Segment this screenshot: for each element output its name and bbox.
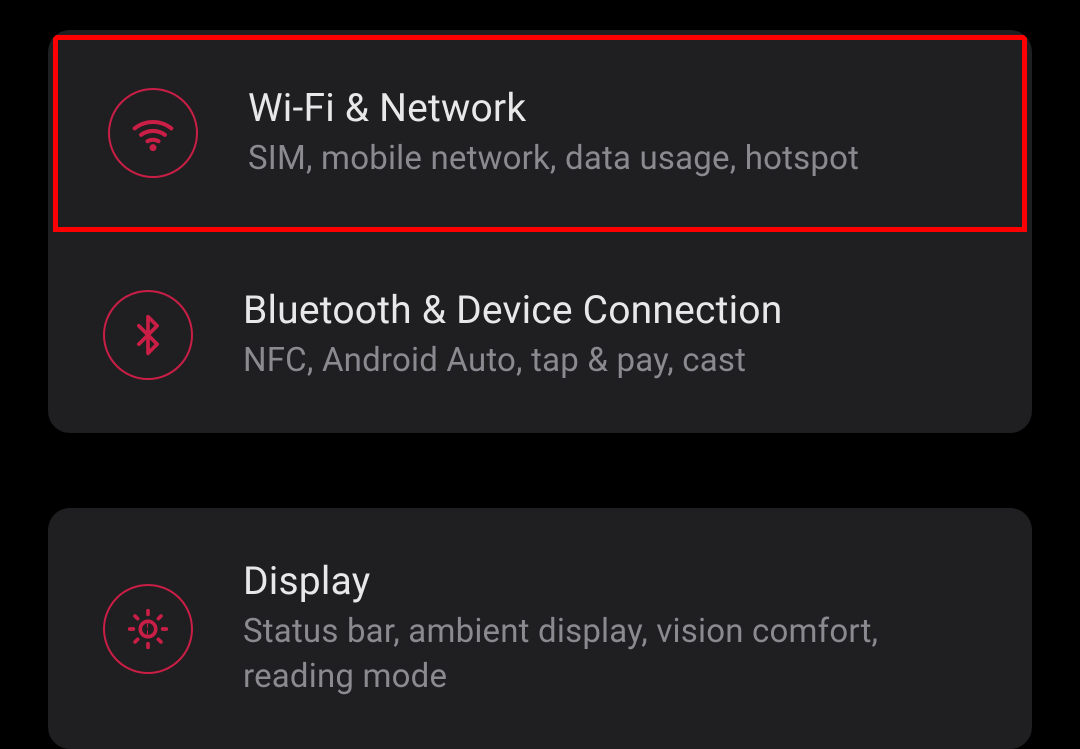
brightness-icon-circle	[103, 584, 193, 674]
brightness-icon	[126, 607, 170, 651]
wifi-title: Wi-Fi & Network	[248, 85, 987, 131]
bluetooth-title: Bluetooth & Device Connection	[243, 287, 992, 333]
bluetooth-text-content: Bluetooth & Device Connection NFC, Andro…	[243, 287, 992, 384]
wifi-subtitle: SIM, mobile network, data usage, hotspot	[248, 137, 987, 182]
display-text-content: Display Status bar, ambient display, vis…	[243, 558, 992, 699]
wifi-icon-circle	[108, 88, 198, 178]
wifi-text-content: Wi-Fi & Network SIM, mobile network, dat…	[248, 85, 987, 182]
settings-item-display[interactable]: Display Status bar, ambient display, vis…	[48, 508, 1032, 749]
display-title: Display	[243, 558, 992, 604]
settings-card-display: Display Status bar, ambient display, vis…	[48, 508, 1032, 749]
bluetooth-icon-circle	[103, 290, 193, 380]
settings-item-wifi-network[interactable]: Wi-Fi & Network SIM, mobile network, dat…	[53, 35, 1027, 232]
settings-card-network: Wi-Fi & Network SIM, mobile network, dat…	[48, 30, 1032, 433]
wifi-icon	[131, 111, 175, 155]
display-subtitle: Status bar, ambient display, vision comf…	[243, 610, 992, 699]
bluetooth-icon	[126, 313, 170, 357]
bluetooth-subtitle: NFC, Android Auto, tap & pay, cast	[243, 339, 992, 384]
settings-item-bluetooth-device[interactable]: Bluetooth & Device Connection NFC, Andro…	[48, 237, 1032, 434]
